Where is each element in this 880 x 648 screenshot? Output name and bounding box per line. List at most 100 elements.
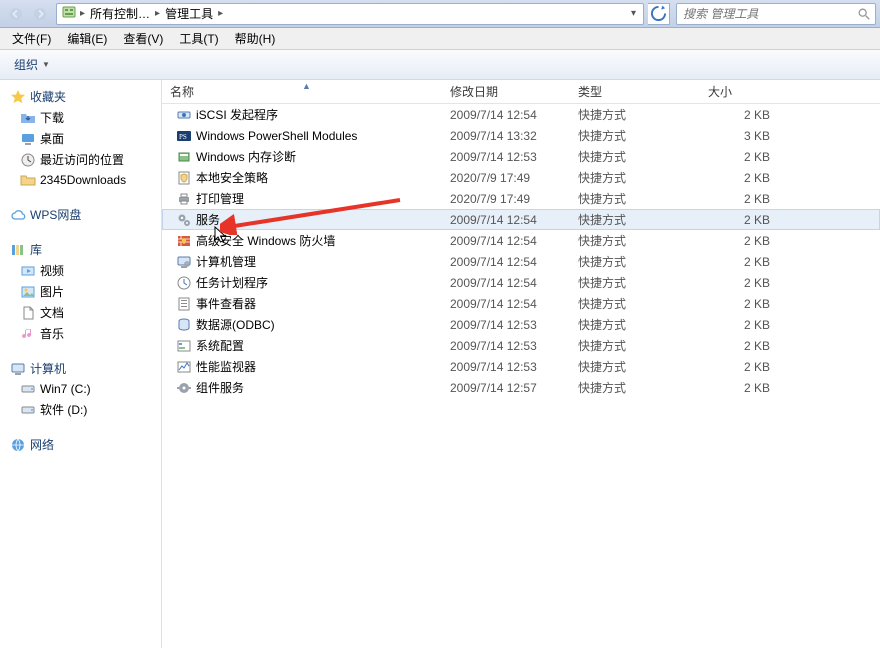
sidebar-label: 最近访问的位置: [40, 151, 124, 168]
file-name: 计算机管理: [196, 253, 256, 270]
sidebar-wps[interactable]: WPS网盘: [0, 204, 161, 225]
file-type: 快捷方式: [570, 106, 700, 123]
column-size[interactable]: 大小: [700, 80, 798, 103]
sidebar-item-recent[interactable]: 最近访问的位置: [0, 149, 161, 170]
table-row[interactable]: 服务2009/7/14 12:54快捷方式2 KB: [162, 209, 880, 230]
sidebar-label: 视频: [40, 262, 64, 279]
menu-tools[interactable]: 工具(T): [173, 28, 224, 49]
sidebar-item-documents[interactable]: 文档: [0, 302, 161, 323]
sidebar-label: 文档: [40, 304, 64, 321]
breadcrumb-item[interactable]: 所有控制…: [88, 4, 152, 24]
file-name: 打印管理: [196, 190, 244, 207]
sidebar-item-desktop[interactable]: 桌面: [0, 128, 161, 149]
file-name: 性能监视器: [196, 358, 256, 375]
sidebar-libraries[interactable]: 库: [0, 239, 161, 260]
table-row[interactable]: 高级安全 Windows 防火墙2009/7/14 12:54快捷方式2 KB: [162, 230, 880, 251]
file-name: 事件查看器: [196, 295, 256, 312]
sidebar-item-music[interactable]: 音乐: [0, 323, 161, 344]
table-row[interactable]: 计算机管理2009/7/14 12:54快捷方式2 KB: [162, 251, 880, 272]
table-row[interactable]: 数据源(ODBC)2009/7/14 12:53快捷方式2 KB: [162, 314, 880, 335]
column-date[interactable]: 修改日期: [442, 80, 570, 103]
file-name: 本地安全策略: [196, 169, 268, 186]
column-headers: 名称 修改日期 类型 大小 ▲: [162, 80, 880, 104]
table-row[interactable]: Windows 内存诊断2009/7/14 12:53快捷方式2 KB: [162, 146, 880, 167]
table-row[interactable]: 本地安全策略2020/7/9 17:49快捷方式2 KB: [162, 167, 880, 188]
menu-help[interactable]: 帮助(H): [229, 28, 282, 49]
music-icon: [20, 326, 36, 342]
breadcrumb[interactable]: ▸ 所有控制… ▸ 管理工具 ▸ ▾: [56, 3, 644, 25]
file-type: 快捷方式: [570, 190, 700, 207]
menu-edit[interactable]: 编辑(E): [61, 28, 113, 49]
file-size: 2 KB: [700, 192, 798, 206]
sidebar-label: 下载: [40, 109, 64, 126]
file-date: 2009/7/14 12:54: [442, 213, 570, 227]
nav-pane: 收藏夹 下载 桌面 最近访问的位置 2345Downloads WP: [0, 80, 162, 648]
table-row[interactable]: PS Windows PowerShell Modules 2009/7/14 13…: [162, 125, 880, 146]
drive-icon: [20, 381, 36, 397]
file-type: 快捷方式: [570, 295, 700, 312]
file-size: 2 KB: [700, 318, 798, 332]
file-size: 2 KB: [700, 213, 798, 227]
sidebar-label: 桌面: [40, 130, 64, 147]
forward-button[interactable]: [28, 3, 52, 25]
sidebar-item-2345downloads[interactable]: 2345Downloads: [0, 170, 161, 190]
table-row[interactable]: iSCSI 发起程序2009/7/14 12:54快捷方式2 KB: [162, 104, 880, 125]
cloud-icon: [10, 207, 26, 223]
search-icon: [857, 7, 871, 21]
sidebar-item-downloads[interactable]: 下载: [0, 107, 161, 128]
organize-button[interactable]: 组织 ▼: [8, 54, 56, 75]
file-size: 2 KB: [700, 234, 798, 248]
file-type: 快捷方式: [570, 379, 700, 396]
search-box[interactable]: [676, 3, 876, 25]
shortcut-icon: [176, 359, 192, 375]
menu-view[interactable]: 查看(V): [117, 28, 169, 49]
file-date: 2009/7/14 12:53: [442, 360, 570, 374]
file-type: 快捷方式: [570, 253, 700, 270]
column-type[interactable]: 类型: [570, 80, 700, 103]
sidebar-favorites[interactable]: 收藏夹: [0, 86, 161, 107]
sidebar-label: 收藏夹: [30, 88, 66, 105]
file-date: 2009/7/14 13:32: [442, 129, 570, 143]
sidebar-item-pictures[interactable]: 图片: [0, 281, 161, 302]
search-input[interactable]: [681, 6, 857, 22]
shortcut-icon: [176, 275, 192, 291]
sidebar-item-drive-c[interactable]: Win7 (C:): [0, 379, 161, 399]
file-date: 2009/7/14 12:54: [442, 276, 570, 290]
file-name: Windows PowerShell Modules: [196, 129, 357, 143]
chevron-right-icon: ▸: [215, 8, 226, 19]
file-name: 任务计划程序: [196, 274, 268, 291]
sidebar-label: 软件 (D:): [40, 401, 87, 418]
folder-icon: [20, 172, 36, 188]
file-size: 2 KB: [700, 339, 798, 353]
back-button[interactable]: [4, 3, 28, 25]
chevron-right-icon: ▸: [77, 8, 88, 19]
sidebar-label: 库: [30, 241, 42, 258]
svg-text:PS: PS: [179, 133, 187, 141]
table-row[interactable]: 性能监视器2009/7/14 12:53快捷方式2 KB: [162, 356, 880, 377]
sidebar-network[interactable]: 网络: [0, 434, 161, 455]
table-row[interactable]: 组件服务2009/7/14 12:57快捷方式2 KB: [162, 377, 880, 398]
cursor-icon: [214, 226, 228, 244]
breadcrumb-item[interactable]: 管理工具: [163, 4, 215, 24]
table-row[interactable]: 任务计划程序2009/7/14 12:54快捷方式2 KB: [162, 272, 880, 293]
file-list: 名称 修改日期 类型 大小 ▲ iSCSI 发起程序2009/7/14 12:5…: [162, 80, 880, 648]
table-row[interactable]: 打印管理2020/7/9 17:49快捷方式2 KB: [162, 188, 880, 209]
file-name: Windows 内存诊断: [196, 148, 296, 165]
table-row[interactable]: 事件查看器2009/7/14 12:54快捷方式2 KB: [162, 293, 880, 314]
chevron-down-icon[interactable]: ▾: [628, 8, 639, 19]
refresh-button[interactable]: [648, 3, 670, 25]
sidebar-item-drive-d[interactable]: 软件 (D:): [0, 399, 161, 420]
chevron-down-icon: ▼: [42, 60, 50, 69]
sidebar-label: 计算机: [30, 360, 66, 377]
sidebar-item-videos[interactable]: 视频: [0, 260, 161, 281]
file-size: 2 KB: [700, 276, 798, 290]
sidebar-label: 网络: [30, 436, 54, 453]
file-size: 3 KB: [700, 129, 798, 143]
table-row[interactable]: 系统配置2009/7/14 12:53快捷方式2 KB: [162, 335, 880, 356]
file-date: 2009/7/14 12:53: [442, 339, 570, 353]
sidebar-computer[interactable]: 计算机: [0, 358, 161, 379]
organize-label: 组织: [14, 56, 38, 73]
address-bar: ▸ 所有控制… ▸ 管理工具 ▸ ▾: [0, 0, 880, 28]
menu-file[interactable]: 文件(F): [6, 28, 57, 49]
file-size: 2 KB: [700, 381, 798, 395]
